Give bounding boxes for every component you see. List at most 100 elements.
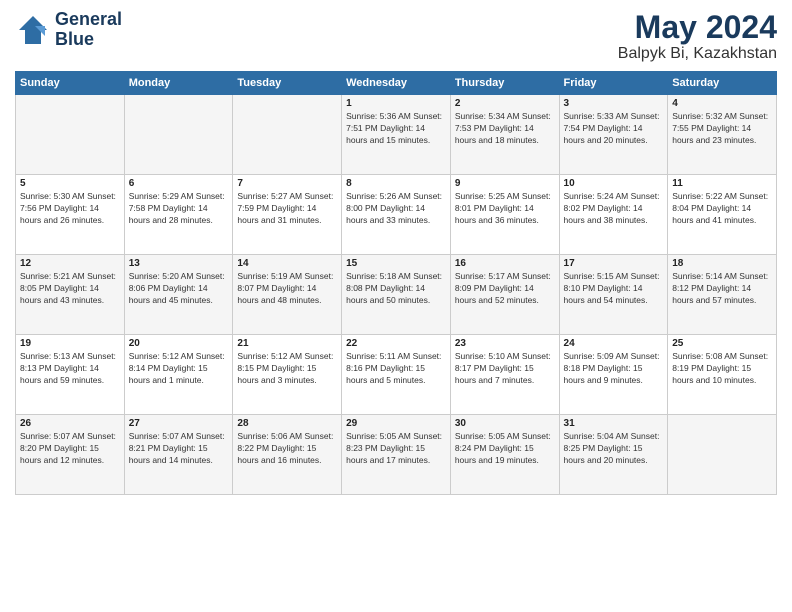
- day-number: 12: [20, 258, 120, 269]
- day-number: 30: [455, 418, 555, 429]
- day-info: Sunrise: 5:04 AM Sunset: 8:25 PM Dayligh…: [564, 431, 664, 467]
- day-info: Sunrise: 5:08 AM Sunset: 8:19 PM Dayligh…: [672, 351, 772, 387]
- cell-w5-d4: 29 Sunrise: 5:05 AM Sunset: 8:23 PM Dayli…: [342, 415, 451, 495]
- cell-w5-d2: 27Sunrise: 5:07 AM Sunset: 8:21 PM Dayli…: [124, 415, 233, 495]
- cell-w4-d6: 24 Sunrise: 5:09 AM Sunset: 8:18 PM Dayli…: [559, 335, 668, 415]
- week-row-1: 1Sunrise: 5:36 AM Sunset: 7:51 PM Daylig…: [16, 95, 777, 175]
- day-number: 2: [455, 98, 555, 109]
- day-info: Sunrise: 5:30 AM Sunset: 7:56 PM Dayligh…: [20, 191, 120, 227]
- day-info: Sunrise: 5:13 AM Sunset: 8:13 PM Dayligh…: [20, 351, 120, 387]
- cell-w2-d5: 9Sunrise: 5:25 AM Sunset: 8:01 PM Daylig…: [450, 175, 559, 255]
- day-info: Sunrise: 5:06 AM Sunset: 8:22 PM Dayligh…: [237, 431, 337, 467]
- day-info: Sunrise: 5:18 AM Sunset: 8:08 PM Dayligh…: [346, 271, 446, 307]
- cell-w5-d6: 31Sunrise: 5:04 AM Sunset: 8:25 PM Dayli…: [559, 415, 668, 495]
- cell-w1-d7: 4Sunrise: 5:32 AM Sunset: 7:55 PM Daylig…: [668, 95, 777, 175]
- day-number: 1: [346, 98, 446, 109]
- cell-w2-d1: 5 Sunrise: 5:30 AM Sunset: 7:56 PM Daylig…: [16, 175, 125, 255]
- calendar-table: Sunday Monday Tuesday Wednesday Thursday…: [15, 71, 777, 495]
- day-number: 16: [455, 258, 555, 269]
- week-row-2: 5 Sunrise: 5:30 AM Sunset: 7:56 PM Daylig…: [16, 175, 777, 255]
- col-tuesday: Tuesday: [233, 72, 342, 95]
- col-thursday: Thursday: [450, 72, 559, 95]
- day-info: Sunrise: 5:17 AM Sunset: 8:09 PM Dayligh…: [455, 271, 555, 307]
- week-row-5: 26 Sunrise: 5:07 AM Sunset: 8:20 PM Dayli…: [16, 415, 777, 495]
- day-info: Sunrise: 5:29 AM Sunset: 7:58 PM Dayligh…: [129, 191, 229, 227]
- day-number: 21: [237, 338, 337, 349]
- cell-w1-d1: [16, 95, 125, 175]
- day-number: 26: [20, 418, 120, 429]
- day-number: 11: [672, 178, 772, 189]
- cell-w3-d7: 18 Sunrise: 5:14 AM Sunset: 8:12 PM Dayli…: [668, 255, 777, 335]
- cell-w1-d3: [233, 95, 342, 175]
- logo-text: General Blue: [55, 10, 122, 50]
- calendar-page: General Blue May 2024 Balpyk Bi, Kazakhs…: [0, 0, 792, 612]
- day-number: 28: [237, 418, 337, 429]
- day-info: Sunrise: 5:22 AM Sunset: 8:04 PM Dayligh…: [672, 191, 772, 227]
- day-info: Sunrise: 5:05 AM Sunset: 8:24 PM Dayligh…: [455, 431, 555, 467]
- title-location: Balpyk Bi, Kazakhstan: [618, 45, 777, 63]
- cell-w1-d6: 3 Sunrise: 5:33 AM Sunset: 7:54 PM Daylig…: [559, 95, 668, 175]
- day-number: 27: [129, 418, 229, 429]
- title-block: May 2024 Balpyk Bi, Kazakhstan: [618, 10, 777, 63]
- day-number: 4: [672, 98, 772, 109]
- day-number: 18: [672, 258, 772, 269]
- day-info: Sunrise: 5:11 AM Sunset: 8:16 PM Dayligh…: [346, 351, 446, 387]
- day-info: Sunrise: 5:12 AM Sunset: 8:14 PM Dayligh…: [129, 351, 229, 387]
- cell-w3-d6: 17Sunrise: 5:15 AM Sunset: 8:10 PM Dayli…: [559, 255, 668, 335]
- cell-w4-d3: 21Sunrise: 5:12 AM Sunset: 8:15 PM Dayli…: [233, 335, 342, 415]
- logo: General Blue: [15, 10, 122, 50]
- day-info: Sunrise: 5:27 AM Sunset: 7:59 PM Dayligh…: [237, 191, 337, 227]
- header-row: Sunday Monday Tuesday Wednesday Thursday…: [16, 72, 777, 95]
- day-info: Sunrise: 5:09 AM Sunset: 8:18 PM Dayligh…: [564, 351, 664, 387]
- day-number: 20: [129, 338, 229, 349]
- day-info: Sunrise: 5:10 AM Sunset: 8:17 PM Dayligh…: [455, 351, 555, 387]
- cell-w1-d4: 1Sunrise: 5:36 AM Sunset: 7:51 PM Daylig…: [342, 95, 451, 175]
- day-number: 15: [346, 258, 446, 269]
- day-info: Sunrise: 5:14 AM Sunset: 8:12 PM Dayligh…: [672, 271, 772, 307]
- day-number: 17: [564, 258, 664, 269]
- cell-w4-d7: 25Sunrise: 5:08 AM Sunset: 8:19 PM Dayli…: [668, 335, 777, 415]
- week-row-4: 19 Sunrise: 5:13 AM Sunset: 8:13 PM Dayli…: [16, 335, 777, 415]
- cell-w5-d3: 28 Sunrise: 5:06 AM Sunset: 8:22 PM Dayli…: [233, 415, 342, 495]
- cell-w2-d3: 7Sunrise: 5:27 AM Sunset: 7:59 PM Daylig…: [233, 175, 342, 255]
- day-number: 19: [20, 338, 120, 349]
- title-month: May 2024: [618, 10, 777, 45]
- cell-w3-d2: 13 Sunrise: 5:20 AM Sunset: 8:06 PM Dayli…: [124, 255, 233, 335]
- logo-line2: Blue: [55, 30, 122, 50]
- day-number: 3: [564, 98, 664, 109]
- day-number: 10: [564, 178, 664, 189]
- cell-w1-d2: [124, 95, 233, 175]
- cell-w5-d5: 30 Sunrise: 5:05 AM Sunset: 8:24 PM Dayli…: [450, 415, 559, 495]
- day-info: Sunrise: 5:24 AM Sunset: 8:02 PM Dayligh…: [564, 191, 664, 227]
- day-number: 24: [564, 338, 664, 349]
- cell-w4-d1: 19 Sunrise: 5:13 AM Sunset: 8:13 PM Dayli…: [16, 335, 125, 415]
- day-info: Sunrise: 5:33 AM Sunset: 7:54 PM Dayligh…: [564, 111, 664, 147]
- day-info: Sunrise: 5:20 AM Sunset: 8:06 PM Dayligh…: [129, 271, 229, 307]
- day-number: 13: [129, 258, 229, 269]
- day-number: 8: [346, 178, 446, 189]
- day-info: Sunrise: 5:07 AM Sunset: 8:20 PM Dayligh…: [20, 431, 120, 467]
- week-row-3: 12 Sunrise: 5:21 AM Sunset: 8:05 PM Dayli…: [16, 255, 777, 335]
- col-saturday: Saturday: [668, 72, 777, 95]
- cell-w4-d2: 20 Sunrise: 5:12 AM Sunset: 8:14 PM Dayli…: [124, 335, 233, 415]
- cell-w4-d5: 23 Sunrise: 5:10 AM Sunset: 8:17 PM Dayli…: [450, 335, 559, 415]
- logo-line1: General: [55, 10, 122, 30]
- cell-w1-d5: 2Sunrise: 5:34 AM Sunset: 7:53 PM Daylig…: [450, 95, 559, 175]
- day-info: Sunrise: 5:05 AM Sunset: 8:23 PM Dayligh…: [346, 431, 446, 467]
- day-number: 23: [455, 338, 555, 349]
- col-monday: Monday: [124, 72, 233, 95]
- cell-w5-d1: 26 Sunrise: 5:07 AM Sunset: 8:20 PM Dayli…: [16, 415, 125, 495]
- cell-w3-d3: 14Sunrise: 5:19 AM Sunset: 8:07 PM Dayli…: [233, 255, 342, 335]
- day-number: 22: [346, 338, 446, 349]
- header: General Blue May 2024 Balpyk Bi, Kazakhs…: [15, 10, 777, 63]
- day-info: Sunrise: 5:21 AM Sunset: 8:05 PM Dayligh…: [20, 271, 120, 307]
- cell-w2-d2: 6Sunrise: 5:29 AM Sunset: 7:58 PM Daylig…: [124, 175, 233, 255]
- day-number: 29: [346, 418, 446, 429]
- cell-w2-d7: 11 Sunrise: 5:22 AM Sunset: 8:04 PM Dayli…: [668, 175, 777, 255]
- day-number: 14: [237, 258, 337, 269]
- day-number: 9: [455, 178, 555, 189]
- cell-w2-d4: 8Sunrise: 5:26 AM Sunset: 8:00 PM Daylig…: [342, 175, 451, 255]
- cell-w3-d5: 16 Sunrise: 5:17 AM Sunset: 8:09 PM Dayli…: [450, 255, 559, 335]
- cell-w3-d1: 12 Sunrise: 5:21 AM Sunset: 8:05 PM Dayli…: [16, 255, 125, 335]
- day-number: 5: [20, 178, 120, 189]
